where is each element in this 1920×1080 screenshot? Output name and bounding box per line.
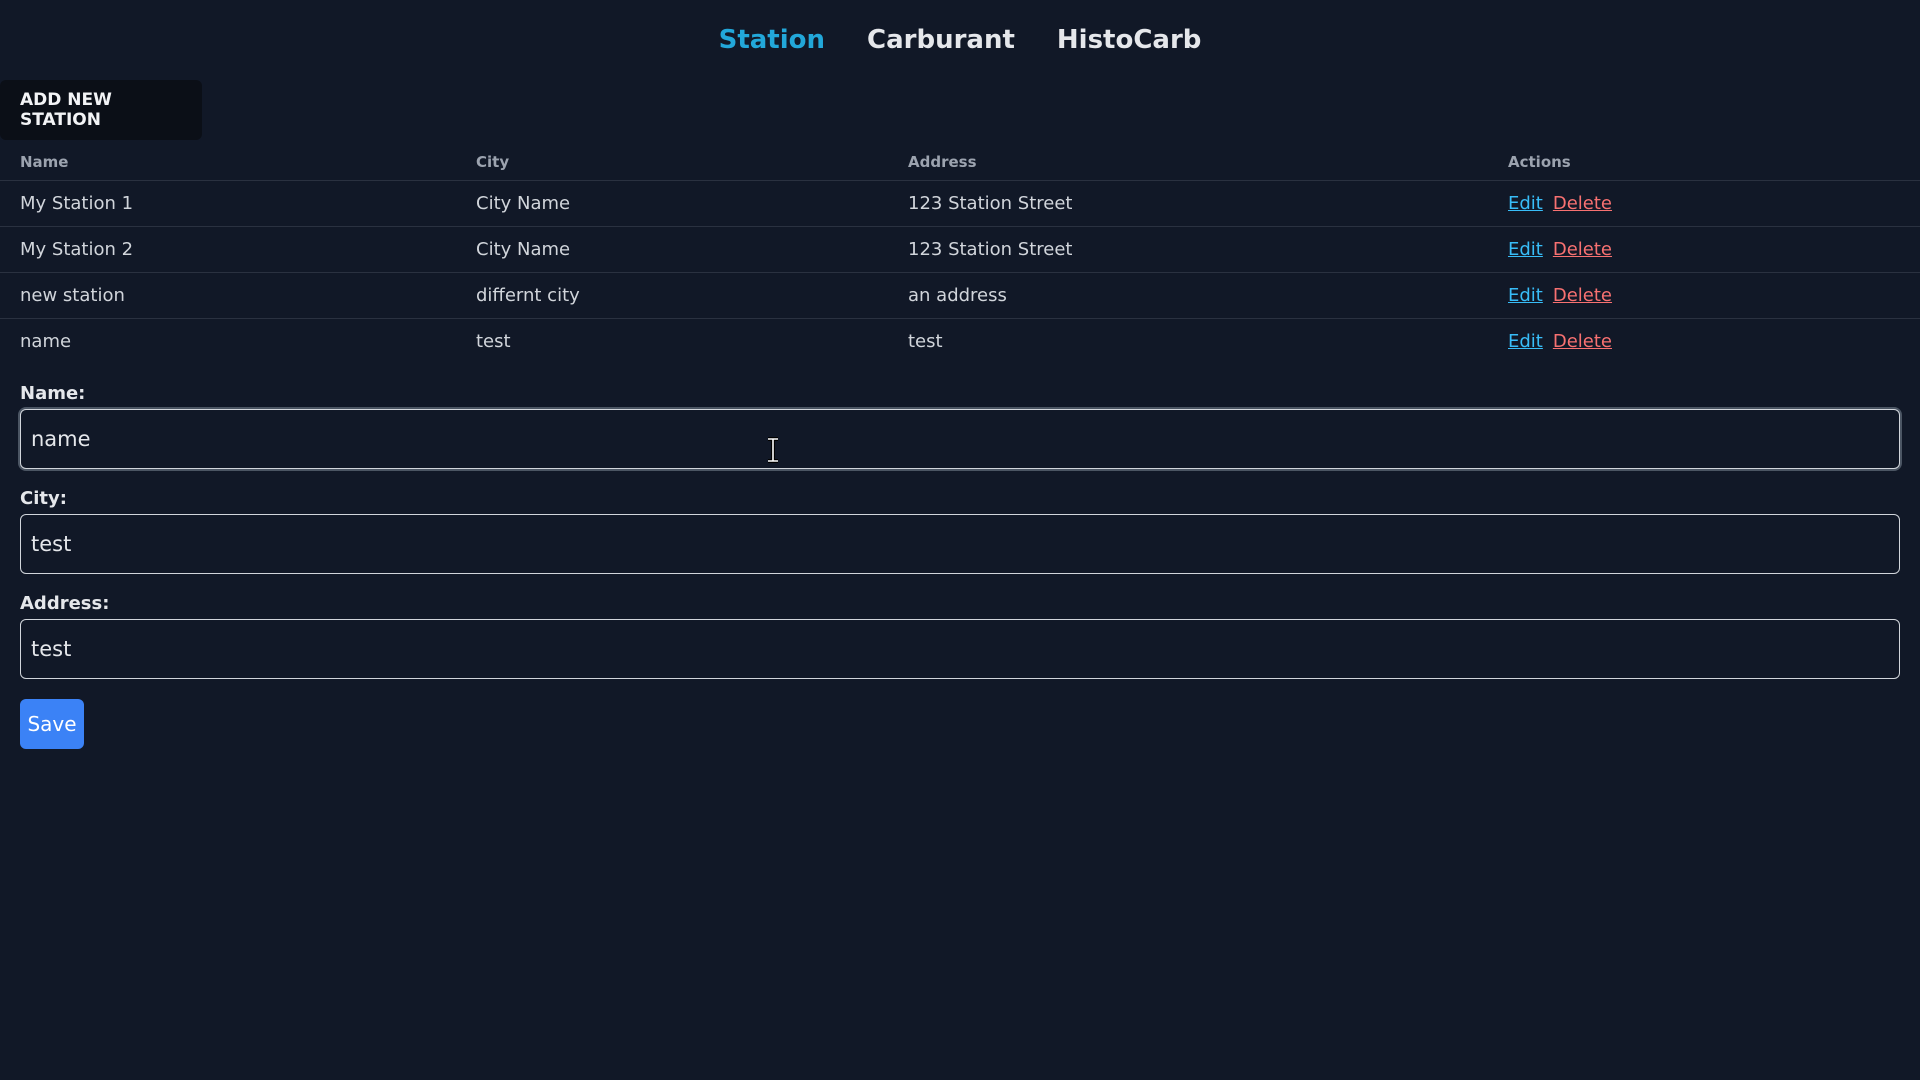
edit-link[interactable]: Edit [1508, 331, 1543, 352]
header-city: City [456, 144, 888, 181]
cell-actions: Edit Delete [1488, 318, 1920, 364]
cell-city: test [476, 330, 511, 352]
cell-name: name [20, 330, 72, 352]
cell-name: My Station 2 [0, 226, 456, 273]
address-input[interactable] [20, 619, 1900, 679]
cell-address: 123 Station Street [888, 180, 1488, 227]
cell-city: City Name [456, 226, 888, 273]
header-actions: Actions [1488, 144, 1920, 181]
top-nav: Station Carburant HistoCarb [0, 0, 1920, 80]
header-address: Address [888, 144, 1488, 181]
nav-station[interactable]: Station [719, 25, 825, 55]
delete-link[interactable]: Delete [1553, 193, 1612, 214]
save-button[interactable]: Save [20, 699, 84, 749]
table-row: My Station 2 City Name 123 Station Stree… [0, 226, 1920, 273]
nav-carburant[interactable]: Carburant [867, 25, 1015, 55]
add-new-station-button[interactable]: ADD NEW STATION [0, 80, 202, 140]
cell-actions: Edit Delete [1488, 180, 1920, 227]
edit-link[interactable]: Edit [1508, 285, 1543, 306]
cell-address: 123 Station Street [888, 226, 1488, 273]
header-name: Name [0, 144, 456, 181]
name-input[interactable] [20, 409, 1900, 469]
cell-city: differnt city [456, 272, 888, 319]
table-row: My Station 1 City Name 123 Station Stree… [0, 180, 1920, 227]
city-label: City: [20, 488, 67, 509]
edit-link[interactable]: Edit [1508, 193, 1543, 214]
table-header-row: Name City Address Actions [0, 144, 1920, 181]
delete-link[interactable]: Delete [1553, 285, 1612, 306]
station-table: Name City Address Actions My Station 1 C… [0, 144, 1920, 364]
table-row: name test test Edit Delete [0, 318, 1920, 364]
table-row: new station differnt city an address Edi… [0, 272, 1920, 319]
delete-link[interactable]: Delete [1553, 239, 1612, 260]
delete-link[interactable]: Delete [1553, 331, 1612, 352]
cell-name: new station [0, 272, 456, 319]
cell-actions: Edit Delete [1488, 272, 1920, 319]
city-input[interactable] [20, 514, 1900, 574]
text-cursor-icon [768, 437, 778, 463]
cell-city: City Name [456, 180, 888, 227]
cell-address: an address [888, 272, 1488, 319]
address-label: Address: [20, 593, 110, 614]
cell-address: test [908, 330, 943, 352]
nav-histocarb[interactable]: HistoCarb [1057, 25, 1202, 55]
cell-name: My Station 1 [0, 180, 456, 227]
name-label: Name: [20, 383, 86, 404]
edit-link[interactable]: Edit [1508, 239, 1543, 260]
cell-actions: Edit Delete [1488, 226, 1920, 273]
